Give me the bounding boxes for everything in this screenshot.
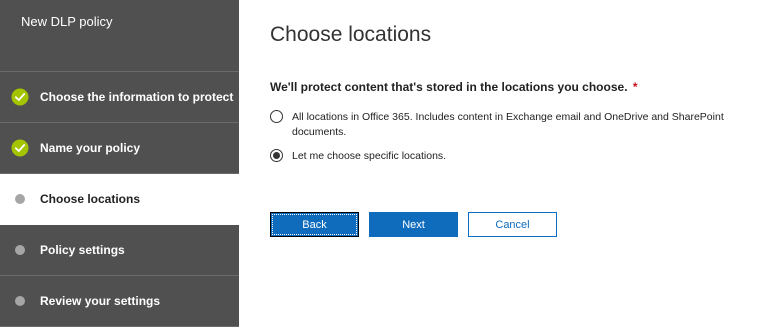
question-text: We'll protect content that's stored in t… xyxy=(270,80,628,94)
wizard-steps: Choose the information to protect Name y… xyxy=(0,71,239,327)
dlp-policy-wizard: New DLP policy Choose the information to… xyxy=(0,0,768,327)
step-choose-information[interactable]: Choose the information to protect xyxy=(0,72,239,123)
radio-all-locations[interactable] xyxy=(270,110,283,123)
step-label: Choose the information to protect xyxy=(40,90,234,104)
option-specific-locations[interactable]: Let me choose specific locations. xyxy=(270,149,732,164)
radio-specific-locations[interactable] xyxy=(270,149,283,162)
wizard-buttons: Back Next Cancel xyxy=(270,212,567,237)
required-marker: * xyxy=(632,80,638,94)
pending-step-dot-icon xyxy=(11,241,29,259)
wizard-title: New DLP policy xyxy=(21,14,113,29)
completed-check-icon xyxy=(11,139,29,157)
pending-step-dot-icon xyxy=(11,292,29,310)
step-label: Choose locations xyxy=(40,192,141,206)
wizard-sidebar: New DLP policy Choose the information to… xyxy=(0,0,239,327)
step-label: Policy settings xyxy=(40,243,125,257)
option-label: Let me choose specific locations. xyxy=(292,150,447,162)
step-label: Name your policy xyxy=(40,141,141,155)
step-name-policy[interactable]: Name your policy xyxy=(0,123,239,174)
step-policy-settings[interactable]: Policy settings xyxy=(0,225,239,276)
cancel-button[interactable]: Cancel xyxy=(468,212,557,237)
current-step-dot-icon xyxy=(11,190,29,208)
step-review-settings[interactable]: Review your settings xyxy=(0,276,239,327)
locations-question: We'll protect content that's stored in t… xyxy=(270,80,638,94)
next-button[interactable]: Next xyxy=(369,212,458,237)
page-title: Choose locations xyxy=(270,23,432,46)
completed-check-icon xyxy=(11,88,29,106)
step-label: Review your settings xyxy=(40,294,161,308)
back-button[interactable]: Back xyxy=(270,212,359,237)
option-all-locations[interactable]: All locations in Office 365. Includes co… xyxy=(270,110,732,140)
main-panel: Choose locations We'll protect content t… xyxy=(239,0,768,327)
option-label: All locations in Office 365. Includes co… xyxy=(292,111,724,138)
step-choose-locations[interactable]: Choose locations xyxy=(0,174,239,225)
